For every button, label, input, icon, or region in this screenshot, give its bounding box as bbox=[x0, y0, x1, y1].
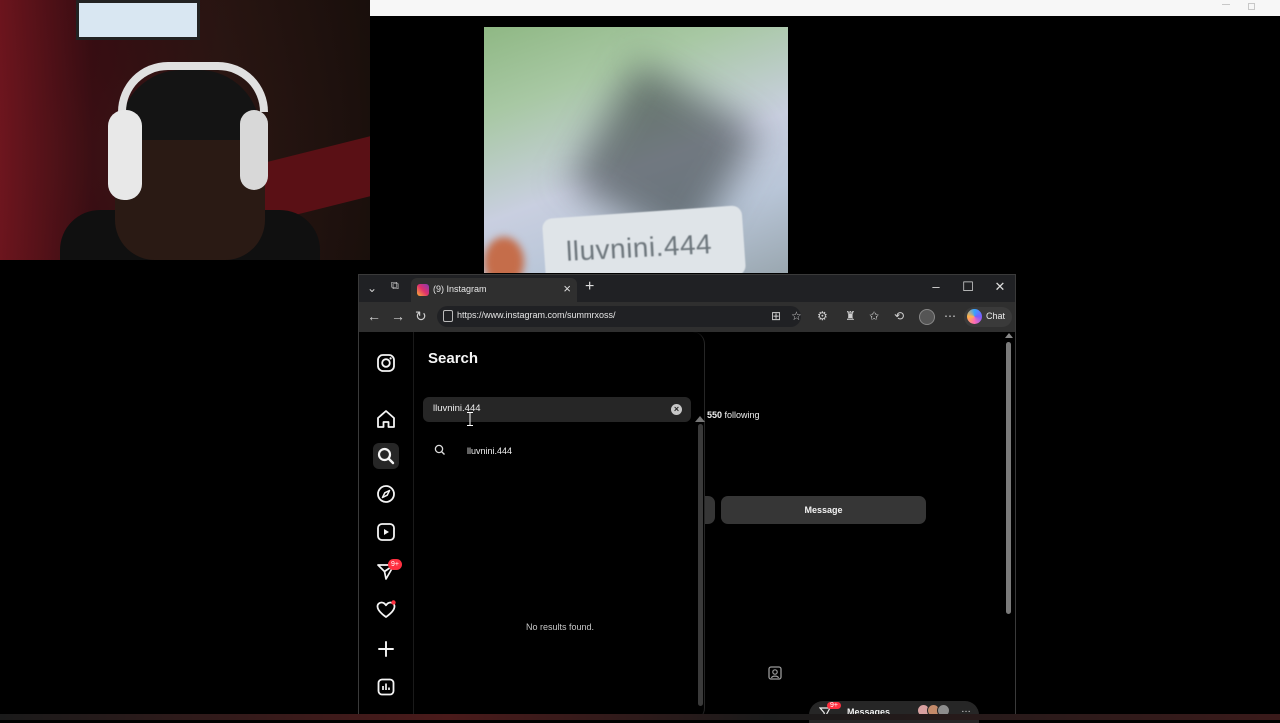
instagram-favicon-icon bbox=[417, 284, 429, 296]
workspaces-icon[interactable]: ⧉ bbox=[391, 280, 399, 293]
favorite-star-icon[interactable]: ☆ bbox=[791, 309, 802, 323]
no-results-message: No results found. bbox=[525, 622, 595, 632]
blurry-photo: lluvnini.444 bbox=[484, 27, 788, 273]
following-count[interactable]: 550 following bbox=[707, 410, 760, 420]
scroll-up-arrow-icon[interactable] bbox=[695, 416, 705, 422]
back-icon[interactable]: ← bbox=[367, 308, 381, 324]
favorites-icon[interactable]: ✩ bbox=[869, 309, 879, 323]
browser-essentials-icon[interactable]: ♜ bbox=[845, 309, 856, 323]
taskbar-edge bbox=[0, 714, 1280, 720]
extensions-icon[interactable]: ⚙ bbox=[817, 309, 828, 323]
search-icon[interactable] bbox=[373, 443, 399, 469]
close-tab-icon[interactable]: × bbox=[563, 281, 571, 296]
search-input-value: lluvnini.444 bbox=[433, 403, 481, 414]
profile-area: 550 following Message 9+ Messages … bbox=[705, 332, 1005, 723]
profile-avatar[interactable] bbox=[919, 309, 935, 325]
search-panel-scrollbar[interactable] bbox=[698, 424, 703, 706]
message-button[interactable]: Message bbox=[721, 496, 926, 524]
lock-icon bbox=[443, 310, 453, 322]
search-suggestion-icon bbox=[434, 444, 445, 455]
more-options-icon[interactable]: ⋯ bbox=[944, 309, 956, 323]
search-suggestion-text: lluvnini.444 bbox=[467, 446, 513, 456]
reels-icon[interactable] bbox=[373, 519, 399, 545]
search-input[interactable]: lluvnini.444 × bbox=[423, 397, 691, 422]
tab-actions-chevron-icon[interactable]: ⌄ bbox=[367, 281, 377, 295]
messages-pill-badge: 9+ bbox=[827, 702, 841, 709]
follow-button-edge[interactable] bbox=[705, 496, 715, 524]
history-icon[interactable]: ⟲ bbox=[894, 309, 904, 323]
page-scrollbar[interactable] bbox=[1005, 332, 1013, 614]
following-number: 550 bbox=[707, 410, 723, 420]
copilot-chat-button[interactable]: Chat bbox=[964, 307, 1012, 327]
tagged-posts-icon[interactable] bbox=[767, 665, 783, 681]
notifications-heart-icon[interactable] bbox=[373, 597, 399, 623]
refresh-icon[interactable]: ↻ bbox=[415, 308, 427, 325]
maximize-icon[interactable] bbox=[1248, 3, 1255, 10]
minimize-window-icon[interactable]: – bbox=[921, 279, 951, 294]
instagram-logo-icon[interactable] bbox=[373, 350, 399, 376]
search-suggestion-row[interactable]: lluvnini.444 bbox=[423, 436, 683, 466]
page-scroll-up-icon[interactable] bbox=[1005, 333, 1013, 338]
webcam-overlay bbox=[0, 0, 370, 260]
tab-bar: ⌄ ⧉ (9) Instagram × + – ☐ ✕ bbox=[359, 275, 1015, 302]
dashboard-icon[interactable] bbox=[373, 674, 399, 700]
search-panel-title: Search bbox=[428, 350, 479, 367]
messages-badge: 9+ bbox=[388, 559, 402, 570]
instagram-page: 9+ Search lluvnini.444 × lluvnini.444 No… bbox=[359, 332, 1015, 723]
tab-title: (9) Instagram bbox=[433, 284, 487, 294]
page-scrollbar-thumb[interactable] bbox=[1006, 342, 1011, 614]
forward-icon[interactable]: → bbox=[391, 308, 405, 324]
url-text: https://www.instagram.com/summrxoss/ bbox=[457, 310, 616, 320]
browser-toolbar: ← → ↻ https://www.instagram.com/summrxos… bbox=[359, 302, 1015, 332]
maximize-window-icon[interactable]: ☐ bbox=[953, 279, 983, 295]
new-tab-icon[interactable]: + bbox=[585, 278, 594, 296]
explore-compass-icon[interactable] bbox=[373, 481, 399, 507]
text-cursor-icon bbox=[467, 412, 473, 426]
app-available-icon[interactable]: ⊞ bbox=[771, 309, 781, 323]
home-icon[interactable] bbox=[373, 406, 399, 432]
clear-search-icon[interactable]: × bbox=[671, 404, 682, 415]
following-label: following bbox=[724, 410, 760, 420]
close-window-icon[interactable]: ✕ bbox=[985, 279, 1015, 295]
background-window-titlebar bbox=[370, 0, 1280, 16]
browser-window: ⌄ ⧉ (9) Instagram × + – ☐ ✕ ← → ↻ https:… bbox=[358, 274, 1016, 723]
search-panel: Search lluvnini.444 × lluvnini.444 No re… bbox=[415, 332, 705, 720]
wall-picture bbox=[76, 0, 200, 40]
headphones-icon bbox=[118, 62, 268, 112]
address-bar[interactable]: https://www.instagram.com/summrxoss/ bbox=[437, 306, 801, 327]
chat-label: Chat bbox=[986, 311, 1006, 321]
create-plus-icon[interactable] bbox=[373, 636, 399, 662]
minimize-icon[interactable] bbox=[1222, 4, 1230, 5]
tab-instagram[interactable]: (9) Instagram × bbox=[411, 278, 577, 302]
copilot-icon bbox=[967, 309, 982, 324]
instagram-sidebar: 9+ bbox=[359, 332, 414, 720]
